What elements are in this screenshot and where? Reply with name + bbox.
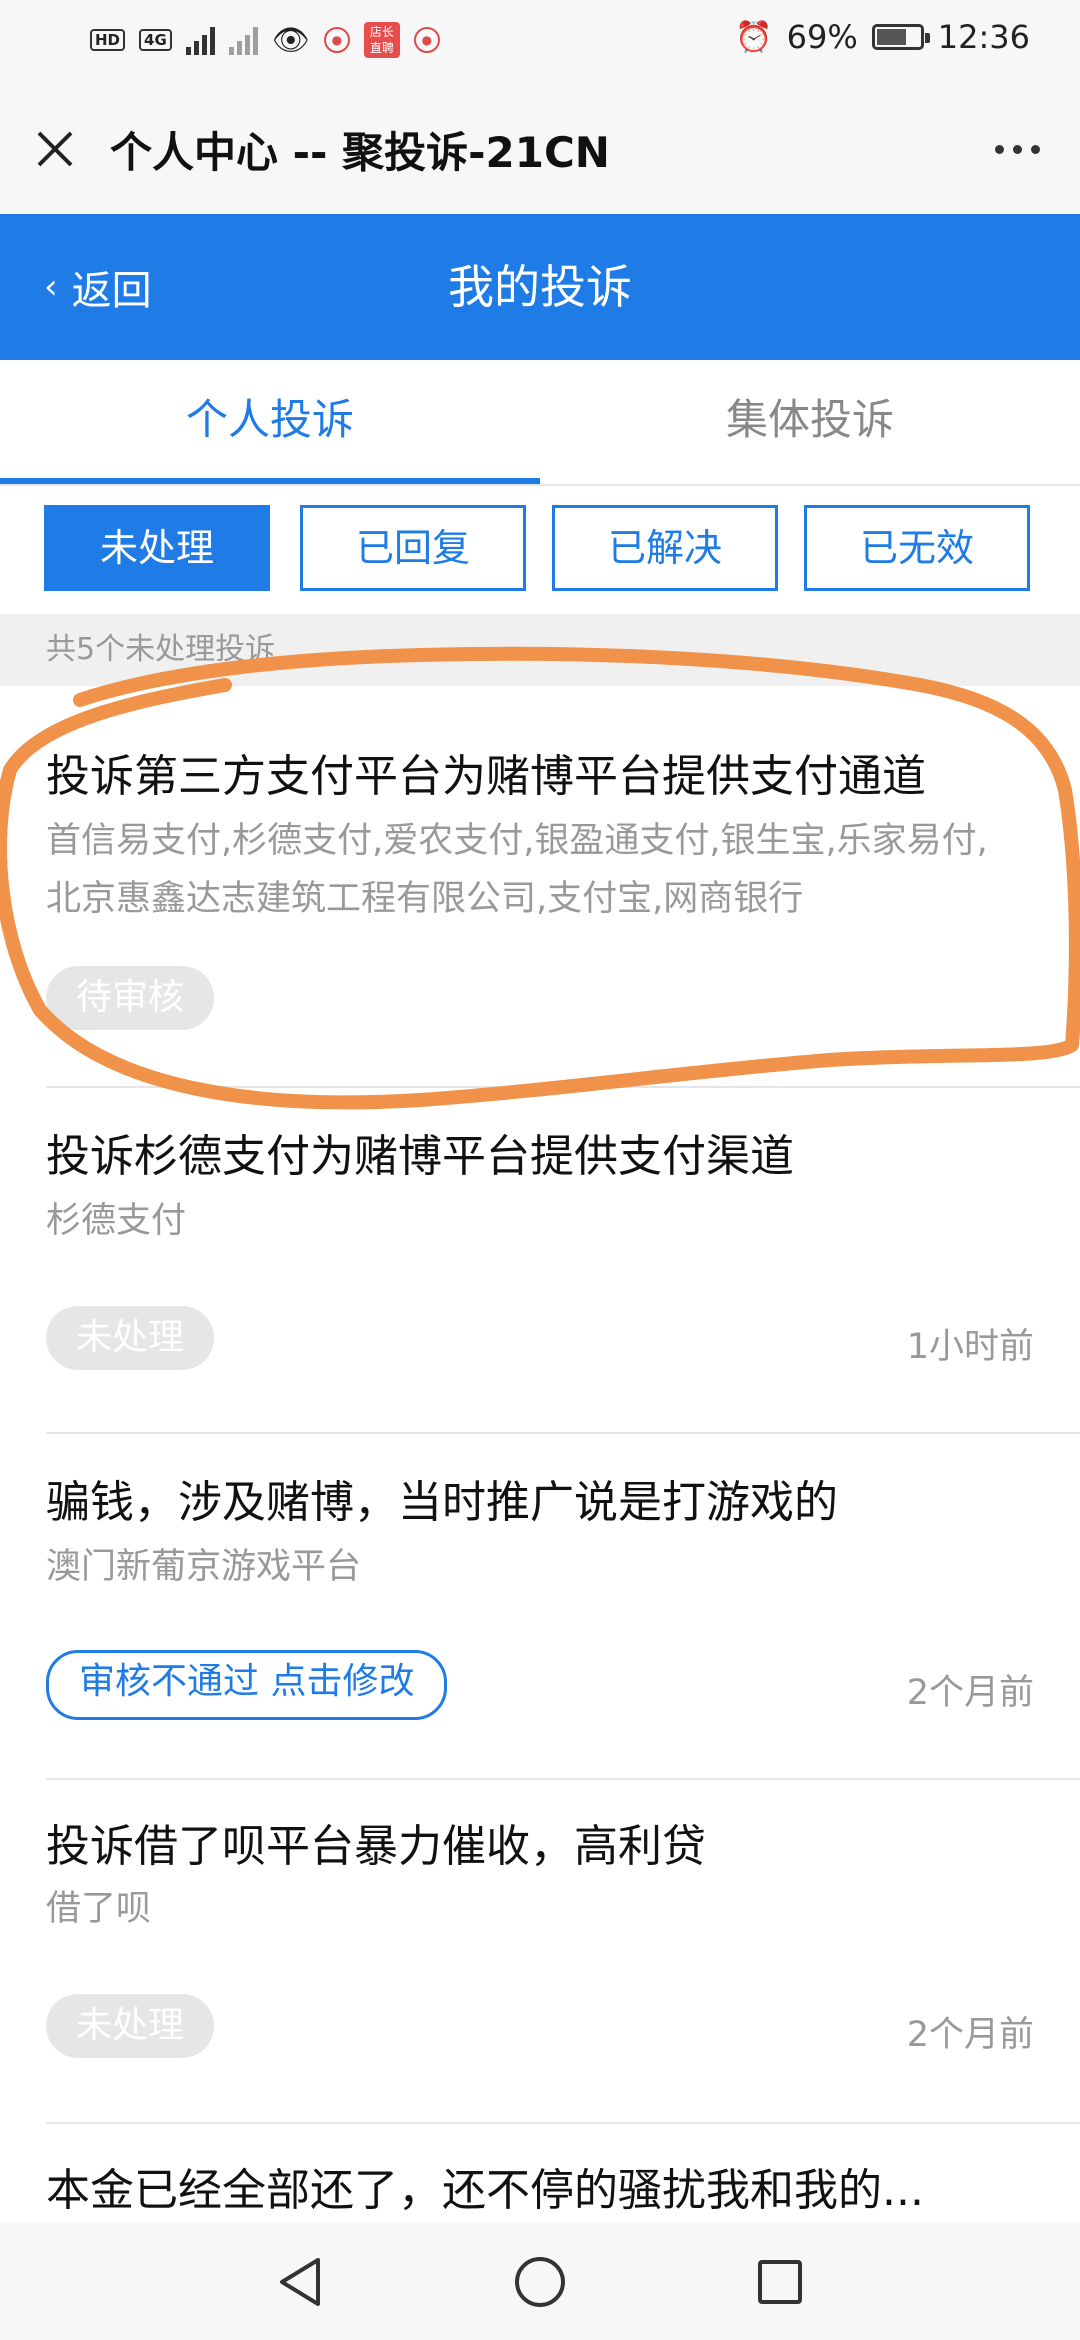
recents-square-icon <box>758 2260 802 2304</box>
more-button[interactable] <box>982 124 1052 174</box>
notification-dot-icon: ● <box>323 27 350 53</box>
close-button[interactable] <box>0 84 110 214</box>
battery-fill <box>876 29 906 45</box>
complaint-title: 本金已经全部还了，还不停的骚扰我和我的... <box>46 2165 924 2216</box>
home-circle-icon <box>515 2257 565 2307</box>
complaint-item[interactable]: 本金已经全部还了，还不停的骚扰我和我的... <box>0 2124 1080 2224</box>
complaint-item[interactable]: 投诉借了呗平台暴力催收，高利贷 借了呗 未处理 2个月前 <box>0 1780 1080 2124</box>
more-dot <box>1030 144 1040 154</box>
clock: 12:36 <box>937 18 1030 56</box>
edit-rejected-button[interactable]: 审核不通过 点击修改 <box>46 1650 448 1720</box>
status-left-icons: HD 4G 👁 ● 店长 直聘 ● <box>90 22 440 58</box>
status-filters: 未处理 已回复 已解决 已无效 <box>0 505 1080 597</box>
webview-titlebar: 个人中心 -- 聚投诉-21CN <box>0 84 1080 214</box>
app-navbar: ‹ 返回 我的投诉 <box>0 214 1080 360</box>
tabs-divider <box>0 484 1080 486</box>
complaint-item[interactable]: 投诉杉德支付为赌博平台提供支付渠道 杉德支付 未处理 1小时前 <box>0 1088 1080 1432</box>
shop-app-icon: 店长 直聘 <box>363 22 400 58</box>
system-home-button[interactable] <box>500 2242 580 2322</box>
tab-personal[interactable]: 个人投诉 <box>0 360 540 486</box>
complaint-time: 2个月前 <box>906 1673 1034 1713</box>
battery-percent: 69% <box>786 18 858 56</box>
alarm-icon: ⏰ <box>735 19 773 55</box>
more-dot <box>1012 144 1022 154</box>
status-badge: 未处理 <box>46 1306 215 1370</box>
complaint-title: 骗钱，涉及赌博，当时推广说是打游戏的 <box>46 1477 838 1528</box>
close-icon <box>37 131 73 167</box>
network-4g-badge: 4G <box>139 29 172 51</box>
battery-icon <box>871 24 930 50</box>
status-badge: 待审核 <box>46 966 215 1030</box>
system-recents-button[interactable] <box>740 2242 820 2322</box>
complaint-time: 1小时前 <box>906 1327 1034 1367</box>
status-badge: 未处理 <box>46 1994 215 2058</box>
notification-dot-icon-2: ● <box>413 27 440 53</box>
status-right-icons: ⏰ 69% 12:36 <box>735 18 1030 56</box>
eye-icon: 👁 <box>271 22 310 58</box>
complaint-companies: 澳门新葡京游戏平台 <box>46 1547 362 1587</box>
nav-title: 我的投诉 <box>448 260 632 314</box>
more-dot <box>994 144 1004 154</box>
filter-invalid[interactable]: 已无效 <box>804 505 1030 591</box>
filter-resolved[interactable]: 已解决 <box>552 505 778 591</box>
page-title: 个人中心 -- 聚投诉-21CN <box>110 127 610 177</box>
back-triangle-icon <box>280 2258 320 2306</box>
count-bar: 共5个未处理投诉 <box>0 614 1080 686</box>
status-bar: HD 4G 👁 ● 店长 直聘 ● ⏰ 69% 12:36 <box>0 0 1080 84</box>
complaint-item[interactable]: 骗钱，涉及赌博，当时推广说是打游戏的 澳门新葡京游戏平台 审核不通过 点击修改 … <box>0 1434 1080 1778</box>
count-text: 共5个未处理投诉 <box>46 632 276 667</box>
system-back-button[interactable] <box>260 2242 340 2322</box>
signal-icon <box>185 25 215 55</box>
complaint-title: 投诉第三方支付平台为赌博平台提供支付通道 <box>46 751 926 802</box>
system-navigation-bar <box>0 2222 1080 2340</box>
filter-unprocessed[interactable]: 未处理 <box>44 505 270 591</box>
filter-replied[interactable]: 已回复 <box>300 505 526 591</box>
tab-group[interactable]: 集体投诉 <box>540 360 1080 486</box>
complaint-companies: 杉德支付 <box>46 1201 187 1241</box>
complaint-title: 投诉借了呗平台暴力催收，高利贷 <box>46 1821 706 1872</box>
complaint-title: 投诉杉德支付为赌博平台提供支付渠道 <box>46 1131 794 1182</box>
complaint-time: 2个月前 <box>906 2015 1034 2055</box>
complaint-item[interactable]: 投诉第三方支付平台为赌博平台提供支付通道 首信易支付,杉德支付,爱农支付,银盈通… <box>0 686 1080 1086</box>
signal-empty-icon <box>228 25 258 55</box>
hd-badge: HD <box>90 29 126 51</box>
complaint-companies: 首信易支付,杉德支付,爱农支付,银盈通支付,银生宝,乐家易付,北京惠鑫达志建筑工… <box>46 821 988 919</box>
tab-bar: 个人投诉 集体投诉 <box>0 360 1080 486</box>
complaint-companies: 借了呗 <box>46 1889 152 1929</box>
